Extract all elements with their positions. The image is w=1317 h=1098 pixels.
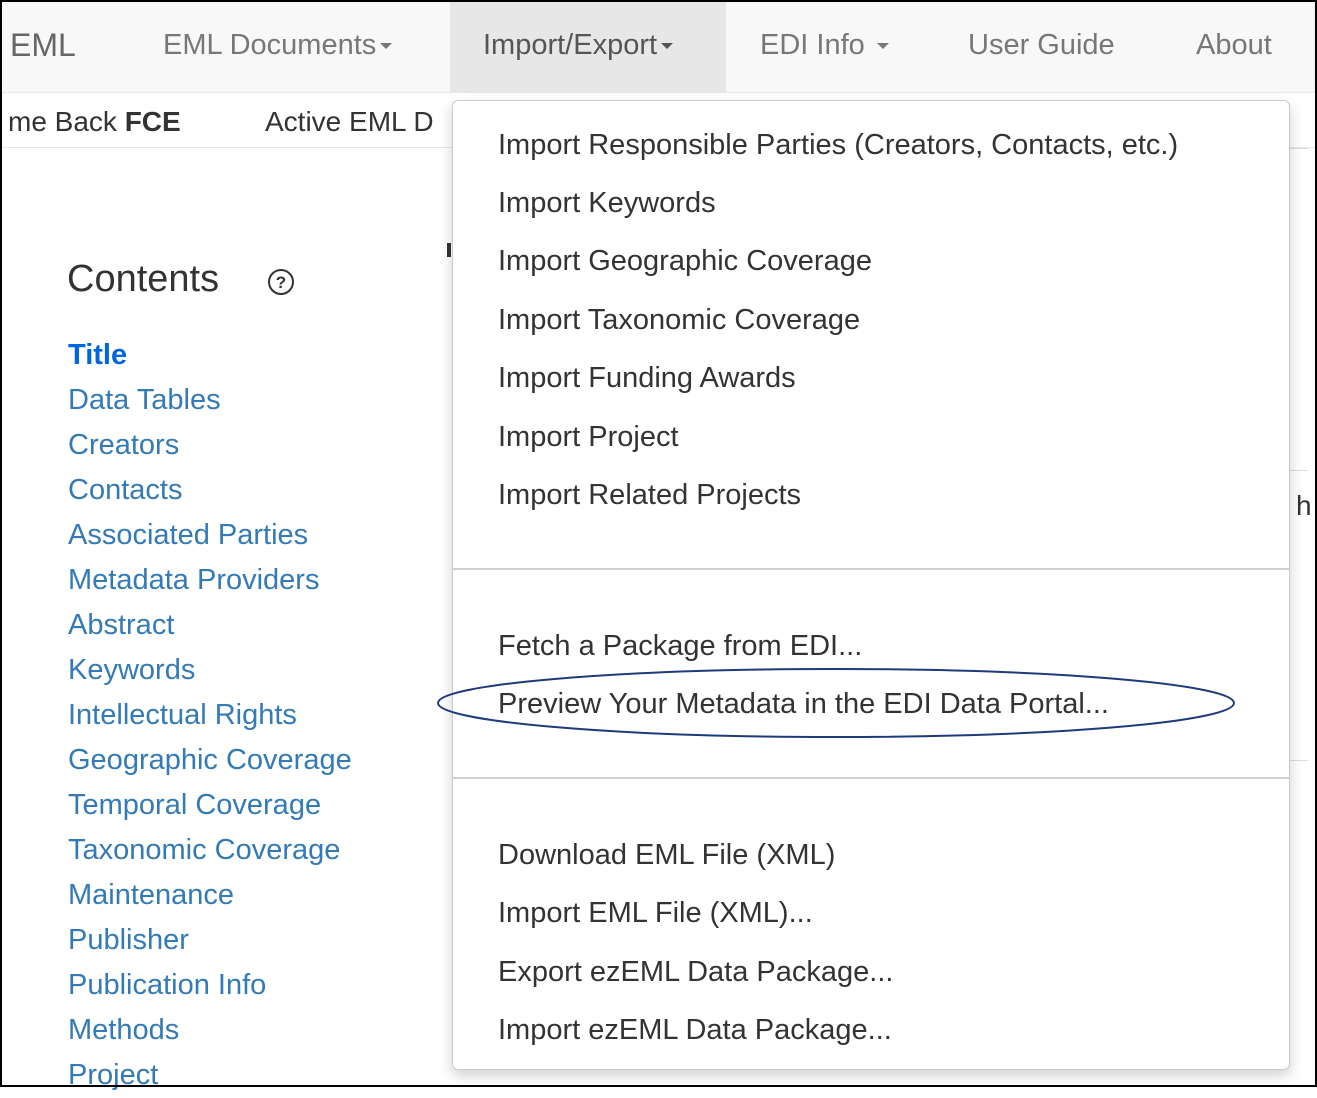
menu-preview-metadata-edi-portal[interactable]: Preview Your Metadata in the EDI Data Po… (498, 684, 1109, 724)
welcome-text: me Back FCE (8, 93, 181, 147)
help-icon[interactable]: ? (268, 269, 294, 295)
menu-download-eml-file[interactable]: Download EML File (XML) (498, 835, 835, 875)
toc-item-project[interactable]: Project (68, 1053, 352, 1098)
nav-user-guide[interactable]: User Guide (968, 0, 1115, 92)
caret-down-icon (380, 43, 393, 50)
nav-edi-info-label: EDI Info (760, 29, 865, 61)
toc-item-maintenance[interactable]: Maintenance (68, 873, 352, 918)
nav-import-export-label: Import/Export (483, 29, 658, 61)
toc-item-metadata-providers[interactable]: Metadata Providers (68, 558, 352, 603)
toc-item-data-tables[interactable]: Data Tables (68, 378, 352, 423)
toc-item-associated-parties[interactable]: Associated Parties (68, 513, 352, 558)
menu-import-funding-awards[interactable]: Import Funding Awards (498, 358, 796, 398)
menu-export-ezeml-package[interactable]: Export ezEML Data Package... (498, 952, 893, 992)
welcome-prefix: me Back (8, 106, 125, 137)
menu-import-geographic-coverage[interactable]: Import Geographic Coverage (498, 241, 872, 281)
background-text-fragment: h (1296, 490, 1312, 521)
background-divider (1290, 470, 1308, 471)
active-document-label[interactable]: Active EML D (265, 93, 434, 147)
menu-import-ezeml-package[interactable]: Import ezEML Data Package... (498, 1010, 892, 1050)
menu-import-responsible-parties[interactable]: Import Responsible Parties (Creators, Co… (498, 125, 1178, 165)
background-divider (1290, 148, 1308, 149)
background-fragment (447, 243, 451, 257)
menu-import-project[interactable]: Import Project (498, 417, 679, 457)
import-export-dropdown-menu: Import Responsible Parties (Creators, Co… (452, 100, 1290, 1070)
caret-down-icon (661, 43, 674, 50)
toc-item-geographic-coverage[interactable]: Geographic Coverage (68, 738, 352, 783)
toc-item-methods[interactable]: Methods (68, 1008, 352, 1053)
toc-item-creators[interactable]: Creators (68, 423, 352, 468)
toc-item-intellectual-rights[interactable]: Intellectual Rights (68, 693, 352, 738)
background-divider (1290, 760, 1308, 761)
menu-import-eml-file[interactable]: Import EML File (XML)... (498, 893, 813, 933)
nav-edi-info[interactable]: EDI Info (760, 0, 889, 92)
caret-down-icon (876, 43, 889, 50)
nav-eml-documents[interactable]: EML Documents (163, 0, 393, 92)
toc-item-publication-info[interactable]: Publication Info (68, 963, 352, 1008)
brand-logo[interactable]: EML (10, 0, 76, 92)
nav-import-export[interactable]: Import/Export (450, 0, 726, 92)
menu-divider (453, 777, 1289, 779)
user-name: FCE (124, 106, 181, 137)
menu-import-keywords[interactable]: Import Keywords (498, 183, 716, 223)
toc-item-abstract[interactable]: Abstract (68, 603, 352, 648)
top-navbar: EML EML Documents Import/Export EDI Info… (0, 0, 1317, 93)
menu-import-taxonomic-coverage[interactable]: Import Taxonomic Coverage (498, 300, 860, 340)
menu-import-related-projects[interactable]: Import Related Projects (498, 475, 801, 515)
toc-item-publisher[interactable]: Publisher (68, 918, 352, 963)
toc-item-title[interactable]: Title (68, 333, 352, 378)
toc-item-keywords[interactable]: Keywords (68, 648, 352, 693)
nav-about[interactable]: About (1196, 0, 1272, 92)
contents-heading: Contents (67, 258, 220, 300)
toc-item-temporal-coverage[interactable]: Temporal Coverage (68, 783, 352, 828)
menu-divider (453, 568, 1289, 570)
nav-eml-documents-label: EML Documents (163, 29, 377, 61)
menu-fetch-package-from-edi[interactable]: Fetch a Package from EDI... (498, 626, 862, 666)
toc-item-taxonomic-coverage[interactable]: Taxonomic Coverage (68, 828, 352, 873)
contents-list: Title Data Tables Creators Contacts Asso… (68, 333, 352, 1098)
toc-item-contacts[interactable]: Contacts (68, 468, 352, 513)
